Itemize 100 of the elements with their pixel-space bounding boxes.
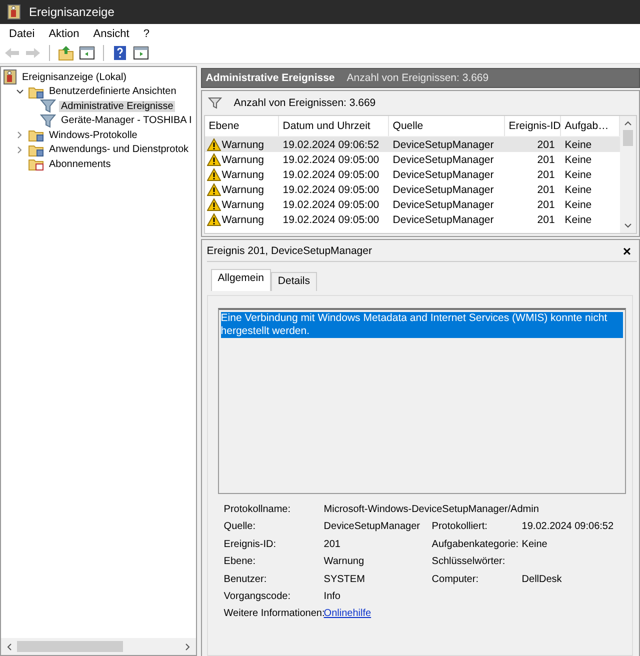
horizontal-scrollbar[interactable] xyxy=(1,638,196,655)
folder-icon xyxy=(28,157,44,171)
table-cell-text: Keine xyxy=(564,214,593,226)
scroll-thumb[interactable] xyxy=(623,130,633,146)
table-cell-text: Keine xyxy=(564,138,593,150)
table-cell-text: DeviceSetupManager xyxy=(392,214,495,226)
window-title: Ereignisanzeige xyxy=(29,5,114,19)
table-cell-text: 19.02.2024 09:05:00 xyxy=(282,198,380,210)
tree-item[interactable]: Abonnements xyxy=(47,158,113,170)
table-row[interactable]: Warnung 19.02.2024 09:06:52 DeviceSetupManager 201 Keine xyxy=(204,137,620,152)
collapse-chevron-icon[interactable] xyxy=(16,88,24,94)
field-value: Info xyxy=(324,590,342,602)
folder-icon xyxy=(28,142,44,156)
tree-item[interactable]: Administrative Ereignisse xyxy=(59,100,176,112)
column-header[interactable]: Ebene xyxy=(204,116,279,136)
event-log-icon xyxy=(3,69,17,85)
menu-item[interactable]: Aktion xyxy=(42,28,86,40)
field-label: Schlüsselwörter: xyxy=(432,556,506,568)
table-row[interactable]: Warnung 19.02.2024 09:05:00 DeviceSetupManager 201 Keine xyxy=(204,182,620,197)
menu-item[interactable]: Ansicht xyxy=(86,28,136,40)
menu-item[interactable]: Datei xyxy=(2,28,42,40)
vertical-scrollbar[interactable] xyxy=(620,116,636,233)
column-header[interactable]: Quelle xyxy=(388,116,505,136)
field-label: Ereignis-ID: xyxy=(224,538,278,550)
tab[interactable]: Details xyxy=(270,272,318,291)
tab[interactable]: Allgemein xyxy=(210,269,271,291)
table-cell-text: 201 xyxy=(536,138,556,150)
table-cell-text: DeviceSetupManager xyxy=(392,184,495,196)
table-row[interactable]: Warnung 19.02.2024 09:05:00 DeviceSetupManager 201 Keine xyxy=(204,212,620,227)
table-row[interactable]: Warnung 19.02.2024 09:05:00 DeviceSetupManager 201 Keine xyxy=(204,197,620,212)
table-cell: Warnung xyxy=(222,198,264,210)
table-cell-text: Keine xyxy=(564,198,593,210)
tree-item[interactable]: Windows-Protokolle xyxy=(47,130,140,140)
table-cell-text: 201 xyxy=(536,214,556,226)
table-cell: Warnung xyxy=(222,154,264,166)
field-label: Protokollname: xyxy=(224,504,292,515)
panel-title: Administrative Ereignisse xyxy=(206,72,335,84)
table-cell-text: 201 xyxy=(536,198,556,210)
help-icon[interactable] xyxy=(112,45,128,61)
tree-item[interactable]: Geräte-Manager - TOSHIBA I xyxy=(59,115,194,126)
field-label: Aufgabenkategorie: xyxy=(432,538,520,550)
folder-icon xyxy=(28,128,44,142)
table-cell: Warnung xyxy=(222,184,264,196)
table-cell-text: Keine xyxy=(564,154,593,166)
tree-item[interactable]: Ereignisanzeige (Lokal) xyxy=(20,72,129,82)
pane-icon[interactable] xyxy=(133,45,149,61)
event-count: Anzahl von Ereignissen: 3.669 xyxy=(234,97,376,109)
folder-icon xyxy=(28,84,44,98)
column-header[interactable]: Datum und Uhrzeit xyxy=(278,116,389,136)
filter-icon xyxy=(40,99,56,113)
field-label: Vorgangscode: xyxy=(224,590,292,602)
expand-chevron-icon[interactable] xyxy=(17,146,23,154)
event-description: Eine Verbindung mit Windows Metadata and Internet Services (WMIS) konnte nicht hergestellt werden. xyxy=(220,312,623,338)
table-row[interactable]: Warnung 19.02.2024 09:05:00 DeviceSetupManager 201 Keine xyxy=(204,167,620,182)
table-cell-text: Keine xyxy=(564,168,593,180)
filter-icon xyxy=(40,114,56,128)
expand-chevron-icon[interactable] xyxy=(17,131,23,139)
field-value: DeviceSetupManager xyxy=(324,521,421,532)
table-cell-text: 19.02.2024 09:05:00 xyxy=(282,154,380,166)
field-label: Weitere Informationen: xyxy=(224,608,324,620)
table-cell-text: DeviceSetupManager xyxy=(392,168,495,180)
table-cell-text: 19.02.2024 09:06:52 xyxy=(282,138,380,150)
folder-up-icon[interactable] xyxy=(58,45,74,61)
table-row[interactable]: Warnung 19.02.2024 09:05:00 DeviceSetupManager 201 Keine xyxy=(204,152,620,167)
help-link[interactable]: Onlinehilfe xyxy=(324,608,626,620)
table-cell-text: Keine xyxy=(564,184,593,196)
scroll-thumb[interactable] xyxy=(17,641,123,652)
event-log-icon xyxy=(7,4,21,20)
table-cell: Warnung xyxy=(222,168,264,180)
field-value: 19.02.2024 09:06:52 xyxy=(522,521,615,532)
column-header[interactable]: Ereignis-ID xyxy=(504,116,561,136)
field-value: Microsoft-Windows-DeviceSetupManager/Admin xyxy=(324,504,540,515)
table-cell: Warnung xyxy=(222,214,264,226)
field-label: Protokolliert: xyxy=(432,521,488,532)
field-value: SYSTEM xyxy=(324,574,366,585)
table-cell: Warnung xyxy=(222,138,264,150)
tree-item[interactable]: Benutzerdefinierte Ansichten xyxy=(47,86,178,97)
field-label: Computer: xyxy=(432,574,480,585)
close-button[interactable]: × xyxy=(622,243,637,259)
table-cell-text: 201 xyxy=(536,184,556,196)
field-value: 201 xyxy=(324,538,342,550)
table-cell-text: 201 xyxy=(536,168,556,180)
table-cell-text: DeviceSetupManager xyxy=(392,198,495,210)
table-cell-text: DeviceSetupManager xyxy=(392,154,495,166)
event-title: Ereignis 201, DeviceSetupManager xyxy=(206,245,372,257)
field-label: Ebene: xyxy=(224,556,256,568)
table-cell-text: DeviceSetupManager xyxy=(392,138,495,150)
pane-icon[interactable] xyxy=(79,45,95,61)
table-cell-text: 201 xyxy=(536,154,556,166)
menu-item[interactable]: ? xyxy=(136,28,156,40)
table-cell-text: 19.02.2024 09:05:00 xyxy=(282,214,380,226)
field-value: DellDesk xyxy=(522,574,563,585)
table-cell-text: 19.02.2024 09:05:00 xyxy=(282,168,380,180)
field-value: Warnung xyxy=(324,556,366,568)
field-label: Benutzer: xyxy=(224,574,268,585)
tree-item[interactable]: Anwendungs- und Dienstprotok xyxy=(47,144,191,155)
field-label: Quelle: xyxy=(224,521,256,532)
filter-icon xyxy=(208,97,222,109)
event-count: Anzahl von Ereignissen: 3.669 xyxy=(346,72,489,84)
field-value: Keine xyxy=(522,538,548,550)
